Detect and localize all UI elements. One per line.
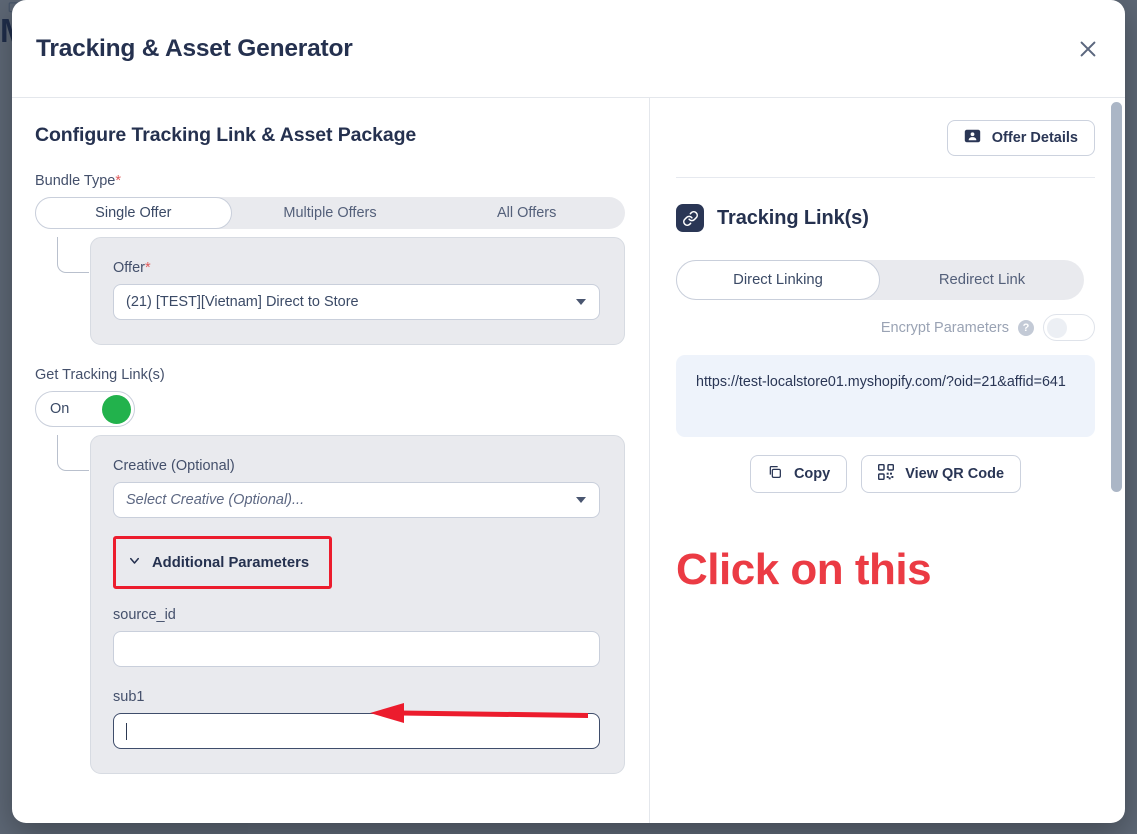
offer-select-value: (21) [TEST][Vietnam] Direct to Store [126, 294, 359, 310]
toggle-state-label: On [50, 401, 69, 417]
offer-card: Offer* (21) [TEST][Vietnam] Direct to St… [90, 237, 625, 345]
link-mode-segmented-control[interactable]: Direct Linking Redirect Link [676, 260, 1084, 300]
click-on-this-annotation: Click on this [676, 545, 1095, 595]
scrollbar-thumb[interactable] [1111, 102, 1122, 492]
tracking-asset-generator-modal: Tracking & Asset Generator Configure Tra… [12, 0, 1125, 823]
tab-single-offer[interactable]: Single Offer [35, 197, 232, 229]
id-card-icon [964, 129, 981, 147]
tab-all-offers[interactable]: All Offers [428, 197, 625, 229]
connector-elbow [57, 237, 89, 273]
encrypt-parameters-toggle[interactable] [1043, 314, 1095, 341]
creative-card: Creative (Optional) Select Creative (Opt… [90, 435, 625, 774]
text-cursor [126, 723, 127, 740]
tracking-url-display[interactable]: https://test-localstore01.myshopify.com/… [676, 355, 1095, 437]
chevron-down-icon [127, 553, 142, 573]
offer-details-label: Offer Details [992, 130, 1078, 146]
tracking-links-header: Tracking Link(s) [676, 204, 1095, 232]
param-field-sub1: sub1 [113, 689, 600, 749]
source-id-input[interactable] [113, 631, 600, 667]
chevron-down-icon [576, 299, 586, 305]
copy-button[interactable]: Copy [750, 455, 847, 493]
tab-multiple-offers[interactable]: Multiple Offers [232, 197, 429, 229]
toggle-knob [102, 395, 131, 424]
creative-label: Creative (Optional) [113, 458, 600, 474]
view-qr-code-button[interactable]: View QR Code [861, 455, 1021, 493]
tracking-links-pane: Offer Details Tracking Link(s) Direct Li… [650, 98, 1125, 823]
creative-select[interactable]: Select Creative (Optional)... [113, 482, 600, 518]
modal-title: Tracking & Asset Generator [36, 35, 353, 63]
tab-direct-linking[interactable]: Direct Linking [676, 260, 880, 300]
bundle-type-label: Bundle Type* [35, 173, 625, 189]
creative-select-placeholder: Select Creative (Optional)... [126, 492, 304, 508]
page-title: Configure Tracking Link & Asset Package [35, 124, 625, 147]
divider [676, 177, 1095, 178]
required-marker: * [145, 260, 151, 276]
param-label: sub1 [113, 689, 600, 705]
modal-header: Tracking & Asset Generator [12, 0, 1125, 98]
qr-code-icon [878, 464, 894, 484]
connector-elbow [57, 435, 89, 471]
additional-parameters-label: Additional Parameters [152, 555, 309, 571]
tracking-links-title: Tracking Link(s) [717, 207, 869, 230]
encrypt-parameters-row: Encrypt Parameters ? [676, 314, 1095, 341]
bundle-type-segmented-control[interactable]: Single Offer Multiple Offers All Offers [35, 197, 625, 229]
modal-vertical-scrollbar[interactable] [1111, 102, 1122, 819]
copy-icon [767, 464, 783, 484]
param-label: source_id [113, 607, 600, 623]
offer-details-button[interactable]: Offer Details [947, 120, 1095, 156]
configuration-pane: Configure Tracking Link & Asset Package … [12, 98, 649, 823]
chevron-down-icon [576, 497, 586, 503]
get-tracking-links-toggle[interactable]: On [35, 391, 135, 427]
view-qr-code-label: View QR Code [905, 466, 1004, 482]
link-icon [676, 204, 704, 232]
get-tracking-links-label: Get Tracking Link(s) [35, 367, 625, 383]
tab-redirect-link[interactable]: Redirect Link [880, 260, 1084, 300]
toggle-knob [1047, 318, 1067, 338]
sub1-input[interactable] [113, 713, 600, 749]
offer-label: Offer* [113, 260, 600, 276]
encrypt-parameters-label: Encrypt Parameters [881, 320, 1009, 336]
close-icon[interactable] [1071, 32, 1105, 66]
link-actions: Copy View QR Code [676, 455, 1095, 493]
copy-label: Copy [794, 466, 830, 482]
param-field-source-id: source_id [113, 607, 600, 667]
modal-body: Configure Tracking Link & Asset Package … [12, 98, 1125, 823]
offer-select[interactable]: (21) [TEST][Vietnam] Direct to Store [113, 284, 600, 320]
additional-parameters-accordion[interactable]: Additional Parameters [113, 536, 332, 589]
offer-nested-group: Offer* (21) [TEST][Vietnam] Direct to St… [35, 237, 625, 345]
offer-details-row: Offer Details [676, 120, 1095, 156]
creative-nested-group: Creative (Optional) Select Creative (Opt… [35, 435, 625, 774]
required-marker: * [115, 173, 121, 189]
question-mark-icon[interactable]: ? [1018, 320, 1034, 336]
